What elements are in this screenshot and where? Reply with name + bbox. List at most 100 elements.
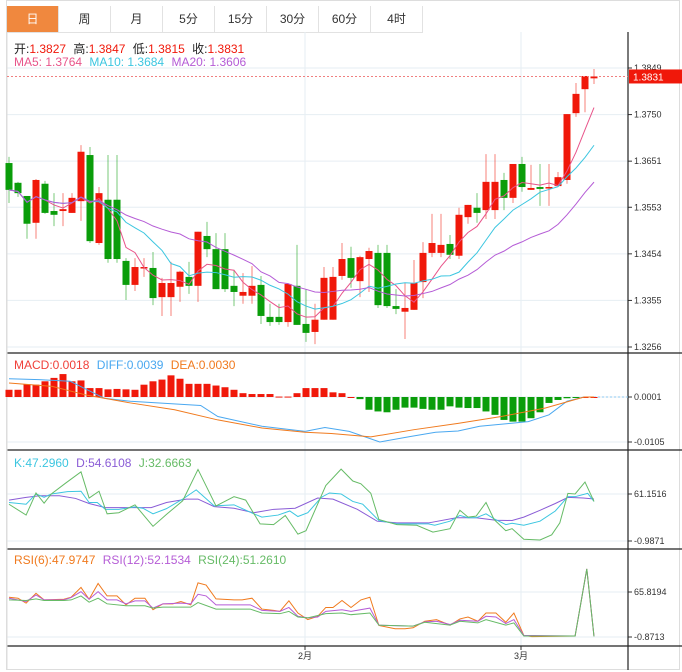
- rsi24-line: [8, 568, 595, 637]
- macd-bar: [365, 397, 373, 410]
- macd-bar: [14, 389, 22, 397]
- price-axis-tick-label: 1.3454: [634, 249, 662, 259]
- candle-up: [338, 259, 346, 276]
- candle-up: [239, 291, 247, 296]
- candle-up: [527, 187, 535, 190]
- price-axis-tick-label: 1.3553: [634, 202, 662, 212]
- candle-up: [365, 251, 373, 260]
- tab-period-3[interactable]: 5分: [163, 6, 215, 32]
- macd-bar: [554, 397, 562, 400]
- macd-bar: [149, 381, 157, 397]
- macd-bar: [410, 397, 418, 408]
- date-label: 2月: [298, 651, 312, 661]
- candle-up: [509, 163, 517, 198]
- candle-down: [347, 258, 355, 278]
- macd-bar: [140, 384, 148, 397]
- macd-bar: [491, 397, 499, 415]
- candle-down: [122, 260, 130, 285]
- macd-bar: [113, 388, 121, 397]
- tab-month[interactable]: 月: [111, 6, 163, 32]
- candle-down: [23, 195, 31, 224]
- macd-axis-tick-label: 0.0001: [634, 392, 662, 402]
- candle-down: [500, 179, 508, 198]
- rsi-axis-tick-label: -0.8713: [634, 632, 665, 642]
- kline-chart[interactable]: 1.38491.37501.36511.35531.34541.33551.32…: [0, 32, 682, 672]
- kdj-d-line: [8, 495, 595, 524]
- tab-period-4[interactable]: 15分: [215, 6, 267, 32]
- macd-bar: [329, 392, 337, 397]
- candle-up: [176, 271, 184, 287]
- tab-week[interactable]: 周: [59, 6, 111, 32]
- macd-bar: [311, 388, 319, 397]
- macd-bar: [167, 375, 175, 397]
- tab-period-6[interactable]: 60分: [319, 6, 371, 32]
- tab-period-5[interactable]: 30分: [267, 6, 319, 32]
- macd-bar: [32, 384, 40, 397]
- macd-bar: [41, 381, 49, 397]
- macd-bar: [473, 397, 481, 409]
- macd-bar: [293, 393, 301, 397]
- date-label: 3月: [514, 651, 528, 661]
- candle-up: [320, 277, 328, 320]
- candle-down: [275, 316, 283, 323]
- macd-bar: [563, 397, 571, 399]
- candle-down: [41, 183, 49, 213]
- macd-bar: [212, 385, 220, 397]
- tab-day[interactable]: 日: [7, 6, 59, 32]
- macd-bar: [482, 397, 490, 412]
- macd-bar: [203, 383, 211, 397]
- candle-up: [284, 283, 292, 323]
- macd-bar: [221, 387, 229, 397]
- candle-down: [374, 252, 382, 306]
- macd-axis-tick-label: -0.0105: [634, 437, 665, 447]
- macd-bar: [392, 397, 400, 410]
- macd-bar: [230, 389, 238, 397]
- macd-bar: [347, 397, 355, 398]
- macd-bar: [239, 393, 247, 397]
- candle-up: [59, 209, 67, 212]
- macd-bar: [131, 389, 139, 397]
- macd-bar: [59, 374, 67, 397]
- macd-bar: [446, 397, 454, 407]
- macd-bar: [122, 389, 130, 397]
- price-axis-tick-label: 1.3256: [634, 342, 662, 352]
- macd-bar: [5, 389, 13, 397]
- macd-bar: [176, 378, 184, 397]
- candle-down: [50, 211, 58, 215]
- macd-bar: [104, 389, 112, 397]
- macd-bar: [320, 388, 328, 397]
- candle-up: [419, 252, 427, 283]
- candle-up: [167, 283, 175, 298]
- candle-up: [491, 181, 499, 211]
- candle-up: [482, 181, 490, 211]
- macd-bar: [302, 388, 310, 397]
- macd-bar: [194, 383, 202, 397]
- macd-bar: [572, 397, 580, 398]
- candle-up: [437, 244, 445, 253]
- macd-bar: [23, 384, 31, 397]
- macd-bar: [284, 396, 292, 398]
- candle-down: [392, 306, 400, 309]
- candle-up: [131, 267, 139, 285]
- candle-up: [356, 257, 364, 282]
- macd-bar: [419, 397, 427, 409]
- tab-period-7[interactable]: 4时: [371, 6, 423, 32]
- macd-bar: [383, 397, 391, 413]
- candle-up: [572, 93, 580, 114]
- macd-bar: [401, 397, 409, 408]
- macd-bar: [257, 394, 265, 397]
- macd-bar: [509, 397, 517, 422]
- candle-down: [536, 187, 544, 189]
- macd-bar: [266, 394, 274, 397]
- candle-up: [77, 151, 85, 202]
- rsi6-line: [8, 568, 595, 638]
- candle-up: [158, 283, 166, 298]
- macd-bar: [158, 379, 166, 397]
- candle-down: [293, 285, 301, 325]
- price-axis-tick-label: 1.3355: [634, 295, 662, 305]
- macd-bar: [275, 396, 283, 398]
- kdj-j-line: [8, 468, 595, 541]
- macd-bar: [437, 397, 445, 410]
- macd-bar: [545, 397, 553, 403]
- macd-bar: [527, 397, 535, 419]
